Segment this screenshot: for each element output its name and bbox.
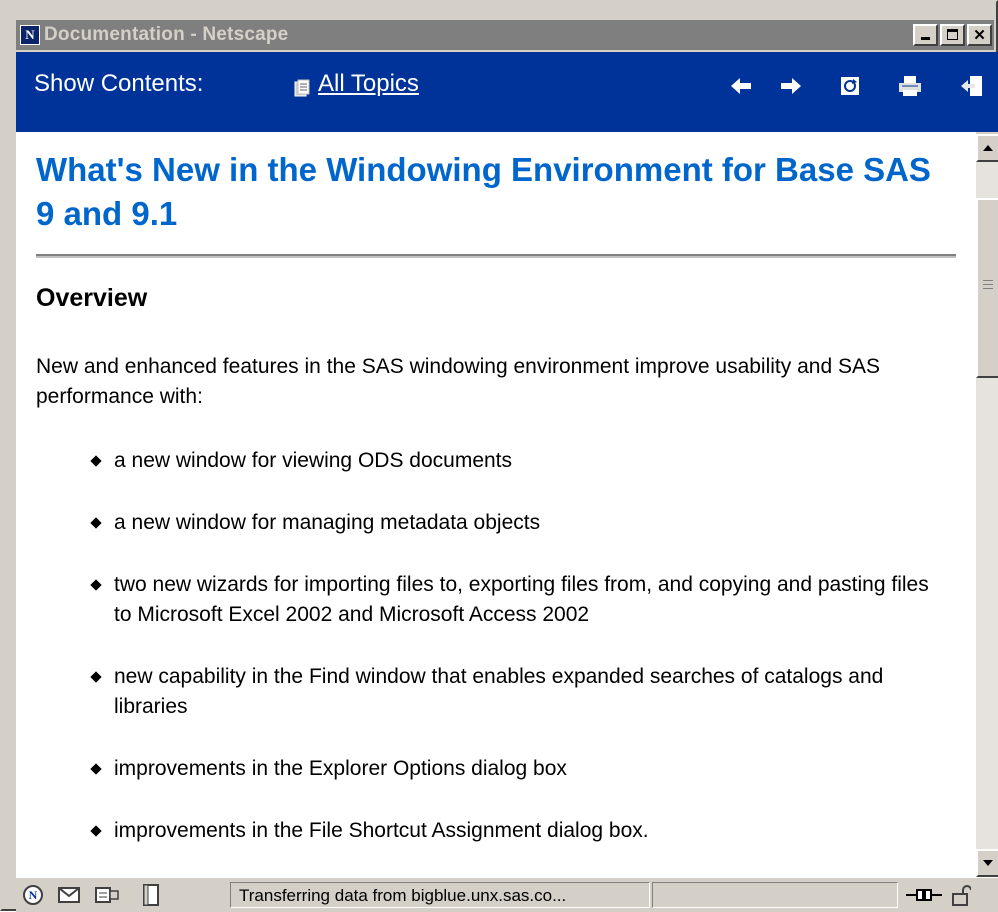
lock-icon [952,885,971,906]
scroll-down-arrow-icon [983,860,993,866]
window-controls: ✕ [911,24,992,46]
scroll-up-arrow-icon [983,145,993,151]
intro-paragraph: New and enhanced features in the SAS win… [36,355,880,408]
status-message: Transferring data from bigblue.unx.sas.c… [239,886,567,905]
forward-button[interactable] [776,72,804,100]
list-item: new capability in the Find window that e… [86,662,944,722]
sync-toc-button[interactable] [836,72,864,100]
mail-button[interactable] [58,884,80,906]
minimize-icon [921,37,930,40]
all-topics-link[interactable]: All Topics [318,70,419,98]
maximize-icon [947,29,958,40]
print-button[interactable] [896,72,924,100]
list-item-text: two new wizards for importing files to, … [114,573,929,626]
print-icon [899,76,921,96]
sync-icon [841,77,859,95]
bullet-icon [90,825,102,837]
close-button[interactable]: ✕ [967,24,992,46]
scroll-thumb[interactable] [976,198,998,378]
document-content: What's New in the Windowing Environment … [16,132,976,877]
scroll-track[interactable] [976,162,998,849]
forward-arrow-icon [781,78,801,94]
list-item-text: improvements in the File Shortcut Assign… [114,819,649,842]
title-divider [36,254,956,258]
topics-book-icon [294,79,310,97]
list-item: improvements in the Explorer Options dia… [86,754,567,784]
bullet-icon [90,579,102,591]
list-item-text: a new window for viewing ODS documents [114,449,513,472]
svg-text:N: N [29,888,38,902]
mail-icon [58,887,80,903]
title-bar[interactable]: N Documentation - Netscape ✕ [16,20,994,50]
minimize-button[interactable] [913,24,938,46]
connection-status [904,884,944,906]
bullet-icon [90,455,102,467]
progress-panel [652,882,898,908]
maximize-button[interactable] [940,24,965,46]
status-bar: N Transferring data from bigblue.unx.sas… [16,877,998,912]
list-item-text: improvements in the Explorer Options dia… [114,757,567,780]
connection-icon [906,889,942,901]
list-item: two new wizards for importing files to, … [86,570,944,630]
back-arrow-icon [731,78,751,94]
scroll-up-button[interactable] [976,134,998,162]
list-item: a new window for managing metadata objec… [86,508,540,538]
list-item: improvements in the File Shortcut Assign… [86,816,649,846]
browser-window: N Documentation - Netscape ✕ Show Conten… [0,0,998,912]
close-icon: ✕ [973,27,986,44]
exit-icon [961,76,982,96]
help-navigation-bar: Show Contents: All Topics [16,52,998,132]
composer-icon [95,887,119,903]
grip-line [983,288,993,289]
list-item-text: a new window for managing metadata objec… [114,511,541,534]
status-message-panel: Transferring data from bigblue.unx.sas.c… [230,882,650,908]
document-button[interactable] [140,884,162,906]
security-button[interactable] [950,884,972,906]
netscape-app-icon[interactable]: N [20,25,40,45]
bullet-icon [90,763,102,775]
scroll-down-button[interactable] [976,849,998,877]
show-contents-label: Show Contents: [34,70,204,97]
grip-line [983,280,993,281]
grip-line [983,284,993,285]
vertical-scrollbar[interactable] [976,132,998,877]
list-item-text: new capability in the Find window that e… [114,665,884,718]
list-item: a new window for viewing ODS documents [86,446,512,476]
navigator-button[interactable]: N [22,884,44,906]
bullet-icon [90,671,102,683]
bullet-icon [90,517,102,529]
window-title: Documentation - Netscape [44,24,289,45]
page-title: What's New in the Windowing Environment … [36,151,931,232]
composer-button[interactable] [94,884,124,906]
back-button[interactable] [728,72,756,100]
exit-button[interactable] [958,72,986,100]
navigator-icon: N [23,885,43,905]
document-icon [143,884,159,906]
section-heading-overview: Overview [36,284,148,312]
